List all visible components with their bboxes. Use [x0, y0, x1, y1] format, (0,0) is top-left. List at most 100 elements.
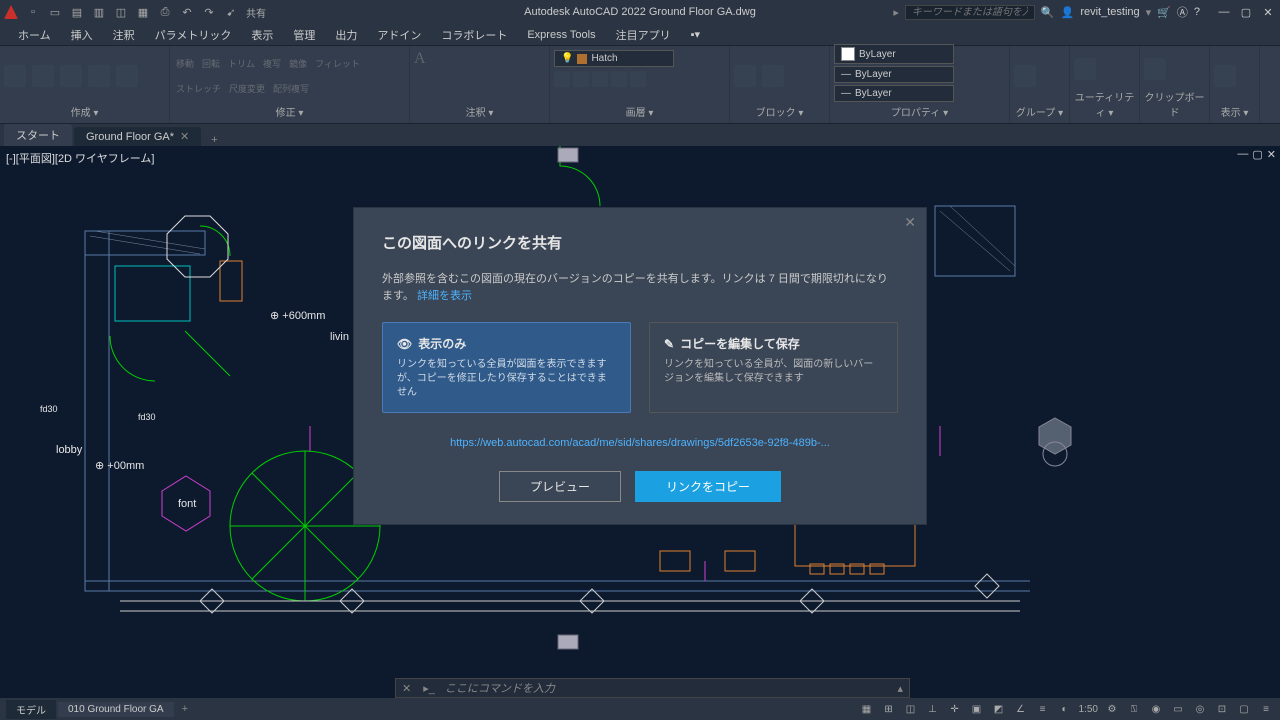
tab-file[interactable]: Ground Floor GA* ✕: [74, 127, 201, 146]
tab-start[interactable]: スタート: [4, 124, 72, 146]
tab-view[interactable]: 表示: [241, 24, 283, 46]
cmdline-expand-icon[interactable]: ▴: [891, 682, 909, 695]
tab-annotate[interactable]: 注釈: [103, 24, 145, 46]
status-lineweight-icon[interactable]: ≡: [1035, 701, 1051, 717]
status-clean-icon[interactable]: ▢: [1236, 701, 1252, 717]
user-dropdown-icon[interactable]: ▾: [1146, 6, 1152, 19]
status-3dosnap-icon[interactable]: ◩: [991, 701, 1007, 717]
panel-label-view[interactable]: 表示 ▾: [1214, 102, 1255, 119]
text-living: livin: [330, 331, 349, 343]
cmdline-close-icon[interactable]: ✕: [396, 682, 417, 695]
qat-undo-icon[interactable]: ↶: [180, 5, 194, 19]
status-osnap-icon[interactable]: ▣: [969, 701, 985, 717]
qat-print-icon[interactable]: ⎙: [158, 5, 172, 19]
qat-redo-icon[interactable]: ↷: [202, 5, 216, 19]
panel-block: ブロック ▾: [730, 46, 830, 123]
user-name[interactable]: revit_testing: [1080, 6, 1139, 18]
status-bar: モデル 010 Ground Floor GA + ▦ ⊞ ◫ ⊥ ✛ ▣ ◩ …: [0, 698, 1280, 720]
status-isolate-icon[interactable]: ◎: [1192, 701, 1208, 717]
panel-label-create[interactable]: 作成 ▾: [4, 102, 165, 119]
cart-icon[interactable]: 🛒: [1157, 6, 1171, 19]
tab-output[interactable]: 出力: [325, 24, 367, 46]
status-monitor-icon[interactable]: ▭: [1170, 701, 1186, 717]
qat-open-icon[interactable]: ▭: [48, 5, 62, 19]
status-model-icon[interactable]: ▦: [859, 701, 875, 717]
option-edit-copy[interactable]: ✎コピーを編集して保存 リンクを知っている全員が、図面の新しいバージョンを編集し…: [649, 322, 898, 413]
status-custom-icon[interactable]: ≡: [1258, 701, 1274, 717]
tab-manage[interactable]: 管理: [283, 24, 325, 46]
minimize-button[interactable]: —: [1216, 6, 1232, 19]
status-workspace-icon[interactable]: ◉: [1148, 701, 1164, 717]
panel-label-utility[interactable]: ユーティリティ ▾: [1074, 87, 1135, 119]
tab-add-button[interactable]: +: [203, 134, 225, 146]
panel-label-annotate[interactable]: 注釈 ▾: [414, 102, 545, 119]
status-otrack-icon[interactable]: ∠: [1013, 701, 1029, 717]
tab-express[interactable]: Express Tools: [517, 26, 605, 44]
status-add-layout-icon[interactable]: +: [176, 703, 194, 715]
ribbon: 作成 ▾ 移動回転トリム 複写鏡像フィレット ストレッチ尺度変更配列複写 修正 …: [0, 46, 1280, 124]
tab-featured[interactable]: 注目アプリ: [606, 24, 681, 46]
qat-share-label[interactable]: 共有: [246, 5, 266, 19]
app-menu-icon[interactable]: A: [4, 5, 18, 19]
search-input[interactable]: [905, 5, 1035, 20]
text-plus0: ⊕ +00mm: [95, 459, 144, 472]
text-fd30-2: fd30: [138, 412, 156, 422]
status-ortho-icon[interactable]: ⊥: [925, 701, 941, 717]
status-grid-icon[interactable]: ⊞: [881, 701, 897, 717]
status-layout-tab[interactable]: 010 Ground Floor GA: [58, 702, 174, 717]
quick-access-toolbar: ▫ ▭ ▤ ▥ ◫ ▦ ⎙ ↶ ↷ ➹ 共有: [26, 5, 266, 19]
panel-label-block[interactable]: ブロック ▾: [734, 102, 825, 119]
file-tabs: スタート Ground Floor GA* ✕ +: [0, 124, 1280, 146]
panel-create: 作成 ▾: [0, 46, 170, 123]
status-transparency-icon[interactable]: ◐: [1057, 701, 1073, 717]
qat-save-icon[interactable]: ▤: [70, 5, 84, 19]
tab-parametric[interactable]: パラメトリック: [145, 24, 242, 46]
command-line[interactable]: ✕ ▸_ ここにコマンドを入力 ▴: [395, 678, 910, 698]
tab-home[interactable]: ホーム: [8, 24, 61, 46]
status-hw-icon[interactable]: ⊡: [1214, 701, 1230, 717]
status-model-tab[interactable]: モデル: [6, 700, 56, 719]
window-title: Autodesk AutoCAD 2022 Ground Floor GA.dw…: [524, 6, 756, 18]
tab-close-icon[interactable]: ✕: [180, 130, 189, 143]
color-combo[interactable]: ByLayer: [834, 44, 954, 64]
panel-label-modify[interactable]: 修正 ▾: [174, 102, 405, 119]
linetype-combo[interactable]: —ByLayer: [834, 85, 954, 102]
status-snap-icon[interactable]: ◫: [903, 701, 919, 717]
tab-more-icon[interactable]: ▪▾: [681, 25, 710, 44]
status-polar-icon[interactable]: ✛: [947, 701, 963, 717]
status-gear-icon[interactable]: ⚙: [1104, 701, 1120, 717]
layer-combo[interactable]: 💡 Hatch: [554, 50, 674, 67]
eye-icon: 👁: [397, 337, 412, 351]
status-scale[interactable]: 1:50: [1079, 704, 1098, 715]
dialog-close-icon[interactable]: ✕: [904, 214, 916, 231]
lineweight-combo[interactable]: —ByLayer: [834, 66, 954, 83]
panel-label-properties[interactable]: プロパティ ▾: [834, 102, 1005, 119]
tab-addins[interactable]: アドイン: [367, 24, 431, 46]
qat-new-icon[interactable]: ▫: [26, 5, 40, 19]
cmdline-input[interactable]: ここにコマンドを入力: [441, 680, 892, 696]
user-icon[interactable]: 👤: [1061, 6, 1075, 19]
tab-collaborate[interactable]: コラボレート: [431, 24, 517, 46]
qat-web-icon[interactable]: ◫: [114, 5, 128, 19]
details-link[interactable]: 詳細を表示: [417, 290, 472, 302]
search-icon[interactable]: 🔍: [1041, 6, 1055, 19]
help-icon[interactable]: ?: [1194, 6, 1200, 18]
autodesk-icon[interactable]: Ⓐ: [1177, 4, 1188, 20]
close-button[interactable]: ✕: [1260, 6, 1276, 19]
panel-clipboard: クリップボード: [1140, 46, 1210, 123]
qat-plot-icon[interactable]: ▦: [136, 5, 150, 19]
tab-insert[interactable]: 挿入: [61, 24, 103, 46]
copy-link-button[interactable]: リンクをコピー: [635, 471, 781, 502]
qat-saveas-icon[interactable]: ▥: [92, 5, 106, 19]
option-view-only[interactable]: 👁表示のみ リンクを知っている全員が図面を表示できますが、コピーを修正したり保存…: [382, 322, 631, 413]
qat-share-icon[interactable]: ➹: [224, 5, 238, 19]
preview-button[interactable]: プレビュー: [499, 471, 621, 502]
restore-button[interactable]: ▢: [1238, 6, 1254, 19]
panel-label-group[interactable]: グループ ▾: [1014, 102, 1065, 119]
cmdline-chevron-icon[interactable]: ▸_: [417, 682, 441, 695]
status-anno-icon[interactable]: ⍂: [1126, 701, 1142, 717]
ribbon-tabs: ホーム 挿入 注釈 パラメトリック 表示 管理 出力 アドイン コラボレート E…: [0, 24, 1280, 46]
share-url[interactable]: https://web.autocad.com/acad/me/sid/shar…: [382, 437, 898, 449]
panel-label-layer[interactable]: 画層 ▾: [554, 102, 725, 119]
record-icon[interactable]: ▸: [893, 6, 899, 19]
